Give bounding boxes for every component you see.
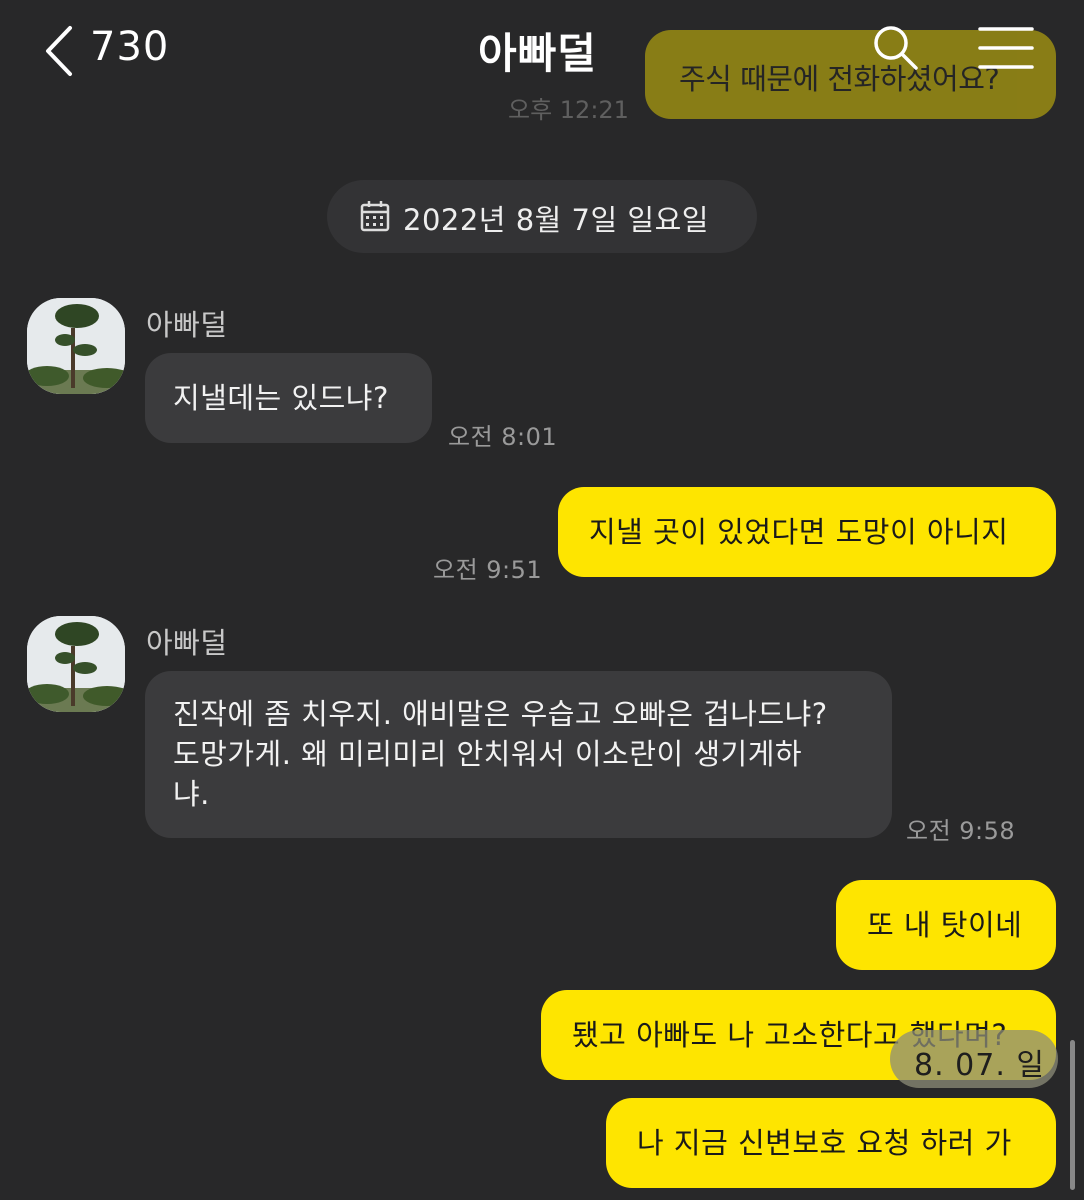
sender-name: 아빠덜: [146, 308, 228, 342]
message-text: 지낼데는 있드냐?: [173, 381, 389, 415]
tree-photo: [27, 298, 125, 394]
search-icon[interactable]: [870, 22, 920, 72]
calendar-icon: [360, 201, 390, 232]
message-line: 진작에 좀 치우지. 애비말은 우습고 오빠은 겁나드냐?: [173, 697, 828, 731]
chat-title: 아빠덜: [478, 29, 597, 78]
message-line: 도망가게. 왜 미리미리 안치워서 이소란이 생기게하: [173, 737, 803, 771]
avatar[interactable]: [27, 298, 125, 394]
incoming-message-bubble[interactable]: 진작에 좀 치우지. 애비말은 우습고 오빠은 겁나드냐? 도망가게. 왜 미리…: [145, 671, 892, 838]
incoming-message-bubble[interactable]: 지낼데는 있드냐?: [145, 353, 432, 443]
unread-count[interactable]: 730: [90, 24, 169, 70]
menu-icon[interactable]: [978, 26, 1034, 70]
date-divider: 2022년 8월 7일 일요일: [327, 180, 757, 253]
outgoing-message-bubble[interactable]: 나 지금 신변보호 요청 하러 가: [606, 1098, 1056, 1188]
sender-name: 아빠덜: [146, 626, 228, 660]
message-time: 오전 8:01: [448, 423, 558, 451]
avatar[interactable]: [27, 616, 125, 712]
date-divider-text: 2022년 8월 7일 일요일: [403, 203, 709, 237]
outgoing-message-bubble[interactable]: 지낼 곳이 있었다면 도망이 아니지: [558, 487, 1056, 577]
message-text: 또 내 탓이네: [867, 908, 1023, 942]
message-text: 지낼 곳이 있었다면 도망이 아니지: [589, 515, 1009, 549]
message-time: 오전 9:51: [433, 556, 543, 584]
message-text: 주식 때문에 전화하셨어요?: [679, 62, 1000, 96]
message-time: 오전 9:58: [906, 817, 1016, 845]
scrollbar-thumb[interactable]: [1070, 1040, 1075, 1190]
message-line: 냐.: [173, 777, 210, 811]
tree-photo: [27, 616, 125, 712]
outgoing-message-bubble[interactable]: 또 내 탓이네: [836, 880, 1056, 970]
message-time: 오후 12:21: [508, 96, 629, 124]
scroll-date-indicator: 8. 07. 일: [890, 1030, 1058, 1088]
scroll-date-text: 8. 07. 일: [914, 1048, 1046, 1083]
back-arrow-icon[interactable]: [40, 24, 80, 78]
message-text: 나 지금 신변보호 요청 하러 가: [637, 1126, 1012, 1160]
